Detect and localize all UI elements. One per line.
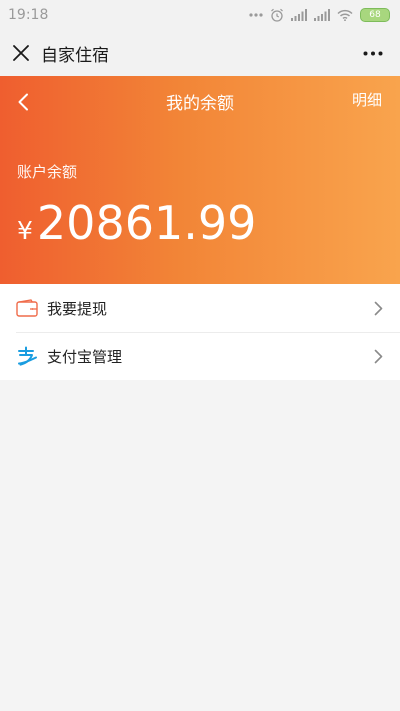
- alipay-management-label: 支付宝管理: [47, 347, 123, 366]
- balance-value: 20861.99: [36, 196, 257, 250]
- more-options-button[interactable]: [362, 43, 384, 63]
- battery-icon: 68: [360, 8, 390, 22]
- status-time: 19:18: [8, 7, 49, 23]
- alarm-icon: [270, 8, 284, 22]
- mini-program-title-bar: 自家住宿: [0, 30, 400, 76]
- details-link[interactable]: 明细: [352, 89, 382, 110]
- signal-icon-secondary: [314, 9, 330, 21]
- close-button[interactable]: [11, 43, 31, 63]
- alipay-management-item[interactable]: 支付宝管理: [0, 332, 400, 380]
- signal-icon: [291, 9, 307, 21]
- chevron-right-icon: [372, 348, 384, 364]
- balance-header: 我的余额 明细 账户余额 ¥ 20861.99: [0, 76, 400, 284]
- close-icon: [13, 45, 29, 61]
- account-balance-label: 账户余额: [17, 163, 78, 181]
- balance-menu: 我要提现 支付宝管理: [0, 284, 400, 380]
- wallet-icon: [16, 297, 38, 319]
- wifi-icon: [337, 9, 353, 21]
- alipay-icon: [16, 345, 38, 367]
- status-icons: 68: [249, 8, 390, 22]
- withdraw-item[interactable]: 我要提现: [0, 284, 400, 332]
- more-icon: [363, 51, 383, 55]
- balance-amount: ¥ 20861.99: [17, 196, 256, 250]
- chevron-right-icon: [372, 300, 384, 316]
- page-title: 我的余额: [166, 94, 234, 114]
- status-bar: 19:18 68: [0, 0, 400, 30]
- currency-symbol: ¥: [17, 216, 33, 245]
- more-notifications-icon: [249, 12, 263, 18]
- withdraw-label: 我要提现: [47, 299, 108, 318]
- app-title: 自家住宿: [41, 45, 109, 66]
